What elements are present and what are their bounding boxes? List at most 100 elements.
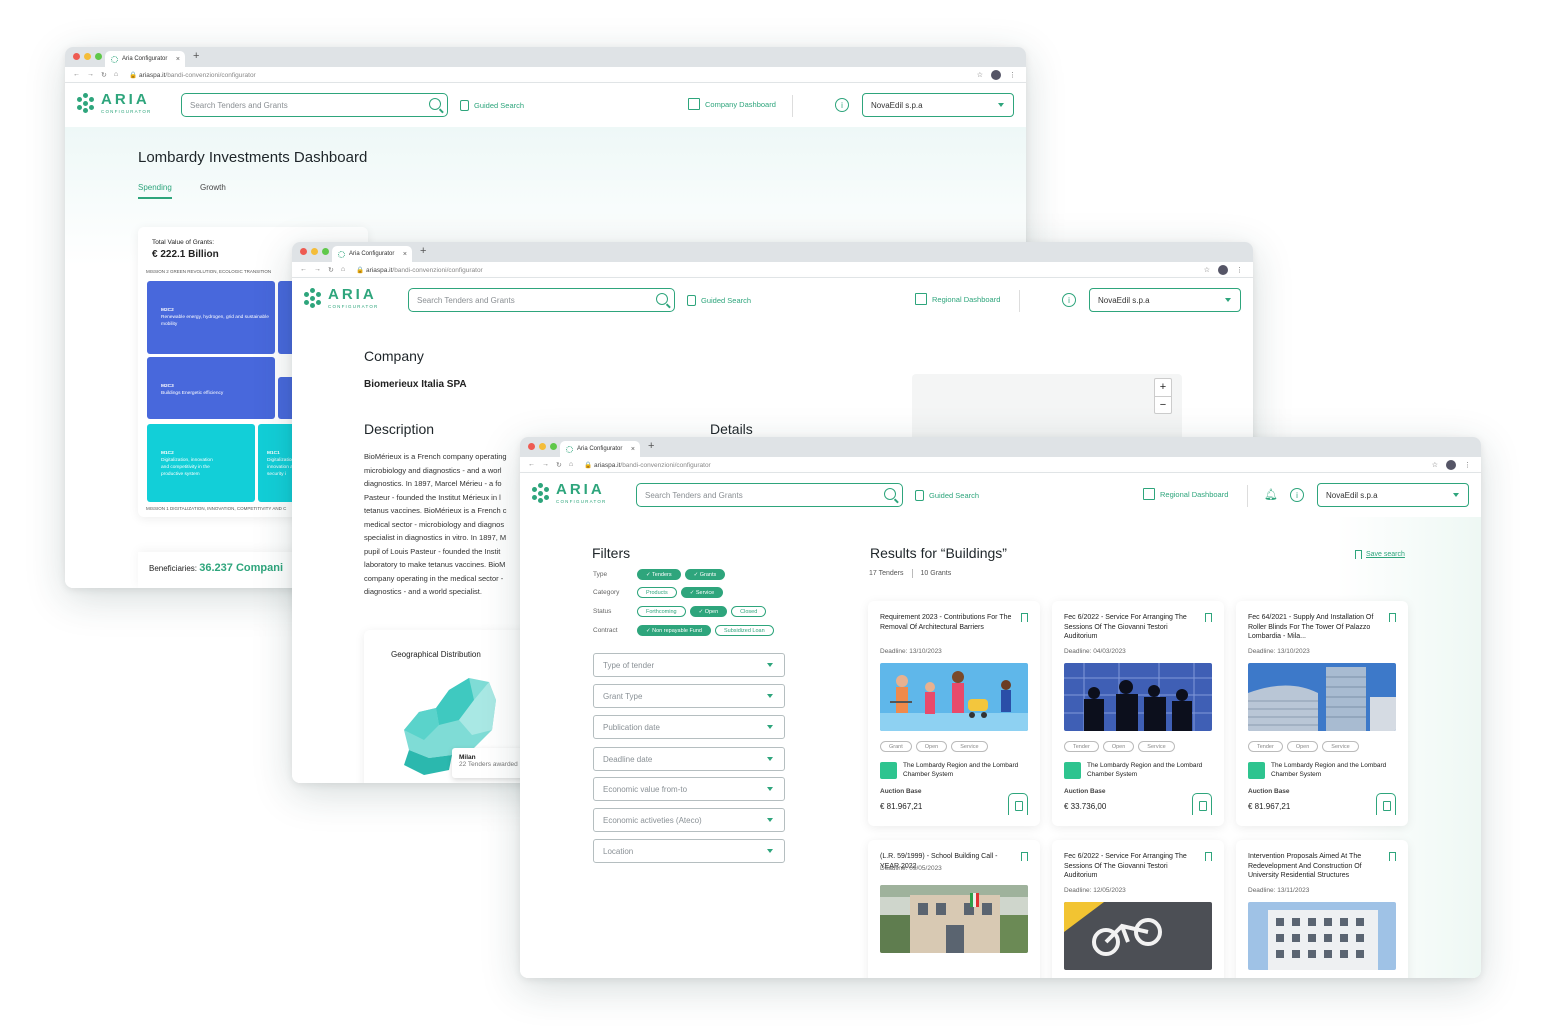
select-economic-activities[interactable]: Economic activeties (Ateco): [593, 808, 785, 832]
result-card[interactable]: Fec 64/2021 - Supply And Installation Of…: [1236, 601, 1408, 826]
star-icon[interactable]: ☆: [977, 71, 983, 79]
company-dashboard-link[interactable]: Company Dashboard: [688, 98, 776, 110]
result-card[interactable]: Intervention Proposals Aimed At The Rede…: [1236, 840, 1408, 978]
back-icon[interactable]: ←: [528, 461, 535, 468]
close-tab-icon[interactable]: ×: [631, 446, 635, 453]
bookmark-icon[interactable]: [1205, 613, 1212, 622]
bookmark-icon[interactable]: [1021, 852, 1028, 861]
browser-tab[interactable]: Aria Configurator ×: [560, 441, 640, 457]
save-search-link[interactable]: Save search: [1355, 550, 1405, 559]
chip-products[interactable]: Products: [637, 587, 677, 598]
company-select[interactable]: NovaEdil s.p.a: [1089, 288, 1241, 312]
guided-search-link[interactable]: Guided Search: [915, 490, 979, 501]
profile-avatar[interactable]: [991, 70, 1001, 80]
address-bar[interactable]: ← → ↻ ⌂ 🔒 ariaspa.it/bandi-convenzioni/c…: [520, 457, 1481, 473]
window-controls[interactable]: [528, 443, 557, 450]
select-location[interactable]: Location: [593, 839, 785, 863]
company-select[interactable]: NovaEdil s.p.a: [1317, 483, 1469, 507]
star-icon[interactable]: ☆: [1432, 461, 1438, 469]
regional-dashboard-link[interactable]: Regional Dashboard: [915, 293, 1000, 305]
back-icon[interactable]: ←: [73, 71, 80, 78]
profile-avatar[interactable]: [1218, 265, 1228, 275]
chip-tenders[interactable]: ✓ Tenders: [637, 569, 681, 580]
back-icon[interactable]: ←: [300, 266, 307, 273]
aria-logo[interactable]: ARIA CONFIGURATOR: [532, 481, 606, 504]
map-zoom-control[interactable]: + −: [1154, 378, 1172, 414]
new-tab-icon[interactable]: +: [648, 440, 654, 452]
reload-icon[interactable]: ↻: [328, 266, 334, 274]
select-type-of-tender[interactable]: Type of tender: [593, 653, 785, 677]
company-map[interactable]: [912, 374, 1182, 444]
address-bar[interactable]: ← → ↻ ⌂ 🔒 ariaspa.it/bandi-convenzioni/c…: [65, 67, 1026, 83]
card-title[interactable]: Intervention Proposals Aimed At The Rede…: [1248, 852, 1380, 881]
bookmark-icon[interactable]: [1389, 613, 1396, 622]
bell-icon[interactable]: 🔔︎: [1264, 488, 1278, 501]
chip-non-repayable[interactable]: ✓ Non repayable Fund: [637, 625, 711, 636]
search-icon[interactable]: [656, 293, 668, 305]
search-input[interactable]: Search Tenders and Grants: [408, 288, 675, 312]
info-icon[interactable]: i: [1290, 488, 1304, 502]
forward-icon[interactable]: →: [87, 71, 94, 78]
company-select[interactable]: NovaEdil s.p.a: [862, 93, 1014, 117]
document-download-button[interactable]: [1192, 793, 1212, 815]
browser-tab[interactable]: Aria Configurator ×: [105, 51, 185, 67]
card-title[interactable]: Fec 6/2022 - Service For Arranging The S…: [1064, 852, 1196, 881]
close-tab-icon[interactable]: ×: [176, 56, 180, 63]
search-input[interactable]: Search Tenders and Grants: [636, 483, 903, 507]
zoom-out-button[interactable]: −: [1155, 397, 1171, 414]
menu-icon[interactable]: ⋮: [1009, 71, 1016, 79]
menu-icon[interactable]: ⋮: [1236, 266, 1243, 274]
select-grant-type[interactable]: Grant Type: [593, 684, 785, 708]
home-icon[interactable]: ⌂: [114, 71, 118, 78]
search-icon[interactable]: [884, 488, 896, 500]
select-publication-date[interactable]: Publication date: [593, 715, 785, 739]
regional-dashboard-link[interactable]: Regional Dashboard: [1143, 488, 1228, 500]
new-tab-icon[interactable]: +: [193, 50, 199, 62]
reload-icon[interactable]: ↻: [556, 461, 562, 469]
tab-growth[interactable]: Growth: [200, 183, 226, 192]
search-icon[interactable]: [429, 98, 441, 110]
chip-subsidized-loan[interactable]: Subsidized Loan: [714, 625, 774, 636]
menu-icon[interactable]: ⋮: [1464, 461, 1471, 469]
window-controls[interactable]: [300, 248, 329, 255]
info-icon[interactable]: i: [1062, 293, 1076, 307]
address-bar[interactable]: ← → ↻ ⌂ 🔒 ariaspa.it/bandi-convenzioni/c…: [292, 262, 1253, 278]
star-icon[interactable]: ☆: [1204, 266, 1210, 274]
reload-icon[interactable]: ↻: [101, 71, 107, 79]
tile-m1c2[interactable]: M1C2 Digitalization, innovation and compe…: [147, 424, 255, 502]
card-title[interactable]: Fec 64/2021 - Supply And Installation Of…: [1248, 613, 1380, 642]
tile-m2c2[interactable]: M2C2 Renewable energy, hydrogen, grid and…: [147, 281, 275, 354]
result-card[interactable]: Requirement 2023 - Contributions For The…: [868, 601, 1040, 826]
bookmark-icon[interactable]: [1389, 852, 1396, 861]
guided-search-link[interactable]: Guided Search: [460, 100, 524, 111]
bookmark-icon[interactable]: [1021, 613, 1028, 622]
document-download-button[interactable]: [1376, 793, 1396, 815]
select-economic-value[interactable]: Economic value from-to: [593, 777, 785, 801]
browser-tab[interactable]: Aria Configurator ×: [332, 246, 412, 262]
tile-m2c3[interactable]: M2C3 Buildings Energetic efficiency: [147, 357, 275, 419]
aria-logo[interactable]: ARIA CONFIGURATOR: [77, 91, 151, 114]
document-download-button[interactable]: [1008, 793, 1028, 815]
search-input[interactable]: Search Tenders and Grants: [181, 93, 448, 117]
result-card[interactable]: Fec 6/2022 - Service For Arranging The S…: [1052, 601, 1224, 826]
aria-logo[interactable]: ARIA CONFIGURATOR: [304, 286, 378, 309]
profile-avatar[interactable]: [1446, 460, 1456, 470]
new-tab-icon[interactable]: +: [420, 245, 426, 257]
home-icon[interactable]: ⌂: [569, 461, 573, 468]
chip-open[interactable]: ✓ Open: [689, 606, 728, 617]
forward-icon[interactable]: →: [542, 461, 549, 468]
chip-closed[interactable]: Closed: [731, 606, 767, 617]
card-title[interactable]: Fec 6/2022 - Service For Arranging The S…: [1064, 613, 1196, 642]
info-icon[interactable]: i: [835, 98, 849, 112]
bookmark-icon[interactable]: [1205, 852, 1212, 861]
zoom-in-button[interactable]: +: [1155, 379, 1171, 397]
card-title[interactable]: Requirement 2023 - Contributions For The…: [880, 613, 1012, 632]
chip-forthcoming[interactable]: Forthcoming: [637, 606, 686, 617]
chip-grants[interactable]: ✓ Grants: [684, 569, 726, 580]
home-icon[interactable]: ⌂: [341, 266, 345, 273]
select-deadline-date[interactable]: Deadline date: [593, 747, 785, 771]
result-card[interactable]: (L.R. 59/1999) - School Building Call - …: [868, 840, 1040, 978]
guided-search-link[interactable]: Guided Search: [687, 295, 751, 306]
chip-service[interactable]: ✓ Service: [680, 587, 724, 598]
result-card[interactable]: Fec 6/2022 - Service For Arranging The S…: [1052, 840, 1224, 978]
